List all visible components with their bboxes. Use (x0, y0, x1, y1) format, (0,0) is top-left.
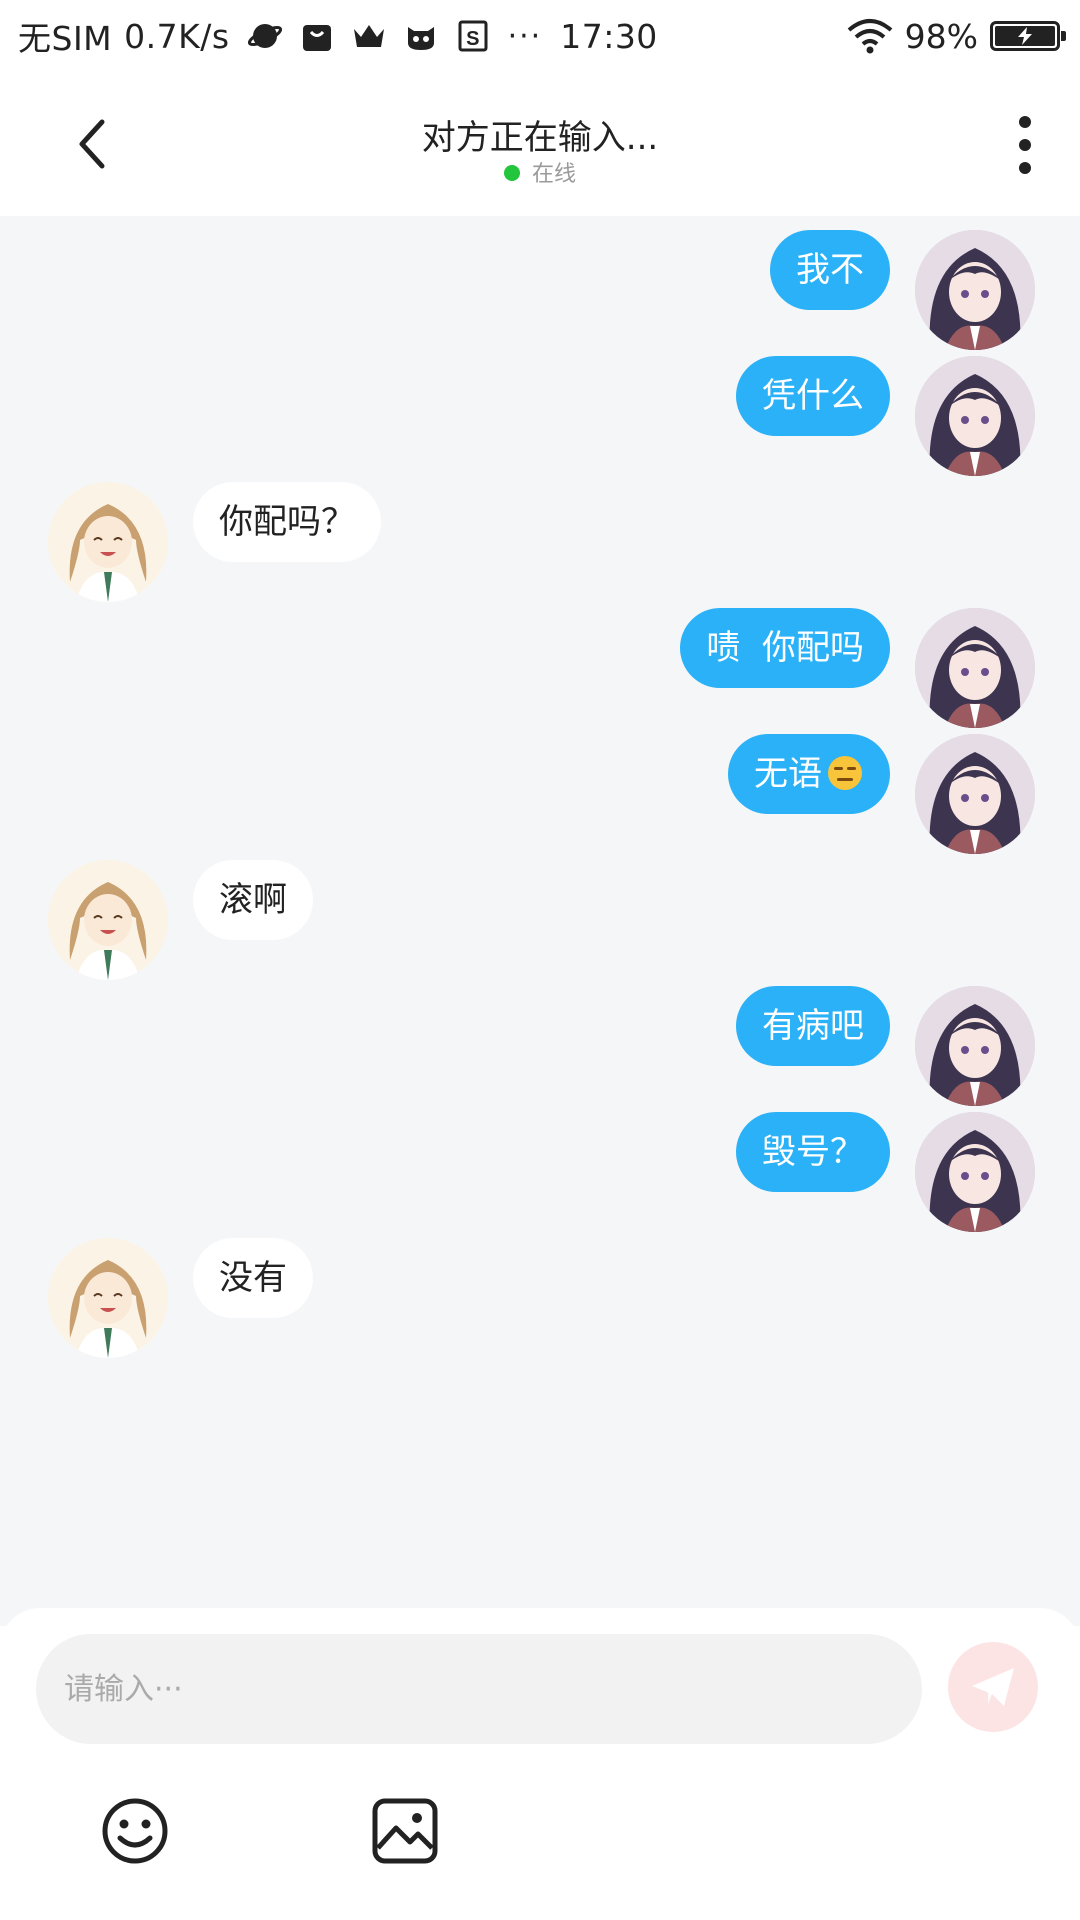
more-options-button[interactable] (1010, 114, 1040, 176)
message-bubble-sent[interactable]: 凭什么 (736, 356, 890, 436)
chat-screen: 无SIM 0.7K/s S ··· 17:30 98% 对方正在输入... 在线… (0, 0, 1080, 1920)
my-avatar[interactable] (915, 986, 1035, 1106)
contact-avatar[interactable] (48, 482, 168, 602)
svg-text:S: S (466, 28, 480, 50)
image-button[interactable] (370, 1796, 440, 1866)
online-status: 在线 (0, 156, 1080, 188)
my-avatar[interactable] (915, 356, 1035, 476)
planet-icon (247, 19, 282, 53)
network-speed: 0.7K/s (124, 16, 230, 56)
emoji-button[interactable] (100, 1796, 170, 1866)
contact-avatar[interactable] (48, 860, 168, 980)
message-bubble-sent[interactable]: 有病吧 (736, 986, 890, 1066)
cat-app-icon (404, 19, 438, 53)
battery-percent: 98% (904, 16, 978, 56)
status-bar: 无SIM 0.7K/s S ··· 17:30 98% (0, 0, 1080, 72)
expressionless-face-icon (828, 755, 862, 790)
clock: 17:30 (560, 16, 658, 56)
status-bar-right: 98% (847, 12, 1066, 60)
message-text: 无语 (754, 754, 822, 794)
my-avatar[interactable] (915, 230, 1035, 350)
my-avatar[interactable] (915, 734, 1035, 854)
status-bar-left: 无SIM 0.7K/s S ··· 17:30 (18, 12, 658, 60)
online-dot (503, 165, 520, 181)
chat-title: 对方正在输入... (421, 118, 659, 158)
s-app-icon: S (456, 19, 490, 53)
shopping-bag-icon (300, 19, 334, 53)
send-button[interactable] (948, 1642, 1038, 1732)
message-list[interactable]: 我不 凭什么 你配吗？ 啧 你配吗 无语 滚啊 有病吧 毁号？ 没有 (0, 216, 1080, 1626)
smiley-icon (102, 1798, 168, 1864)
message-bubble-received[interactable]: 滚啊 (193, 860, 313, 940)
message-bubble-received[interactable]: 你配吗？ (193, 482, 381, 562)
message-input[interactable] (36, 1634, 922, 1744)
message-bubble-sent[interactable]: 啧 你配吗 (680, 608, 890, 688)
my-avatar[interactable] (915, 1112, 1035, 1232)
battery-icon (990, 21, 1066, 51)
chat-header: 对方正在输入... 在线 (0, 72, 1080, 216)
message-bubble-sent[interactable]: 无语 (728, 734, 890, 814)
my-avatar[interactable] (915, 608, 1035, 728)
composer (0, 1608, 1080, 1920)
contact-avatar[interactable] (48, 1238, 168, 1358)
wifi-icon (847, 19, 892, 54)
message-bubble-sent[interactable]: 毁号？ (736, 1112, 890, 1192)
online-status-label: 在线 (531, 162, 576, 187)
message-bubble-received[interactable]: 没有 (193, 1238, 313, 1318)
image-icon (372, 1798, 438, 1864)
crown-icon (352, 19, 386, 53)
sim-status: 无SIM (18, 19, 113, 58)
message-bubble-sent[interactable]: 我不 (770, 230, 890, 310)
more-notifications: ··· (507, 18, 543, 54)
kebab-menu-icon (1019, 116, 1031, 174)
paper-plane-icon (972, 1668, 1014, 1706)
